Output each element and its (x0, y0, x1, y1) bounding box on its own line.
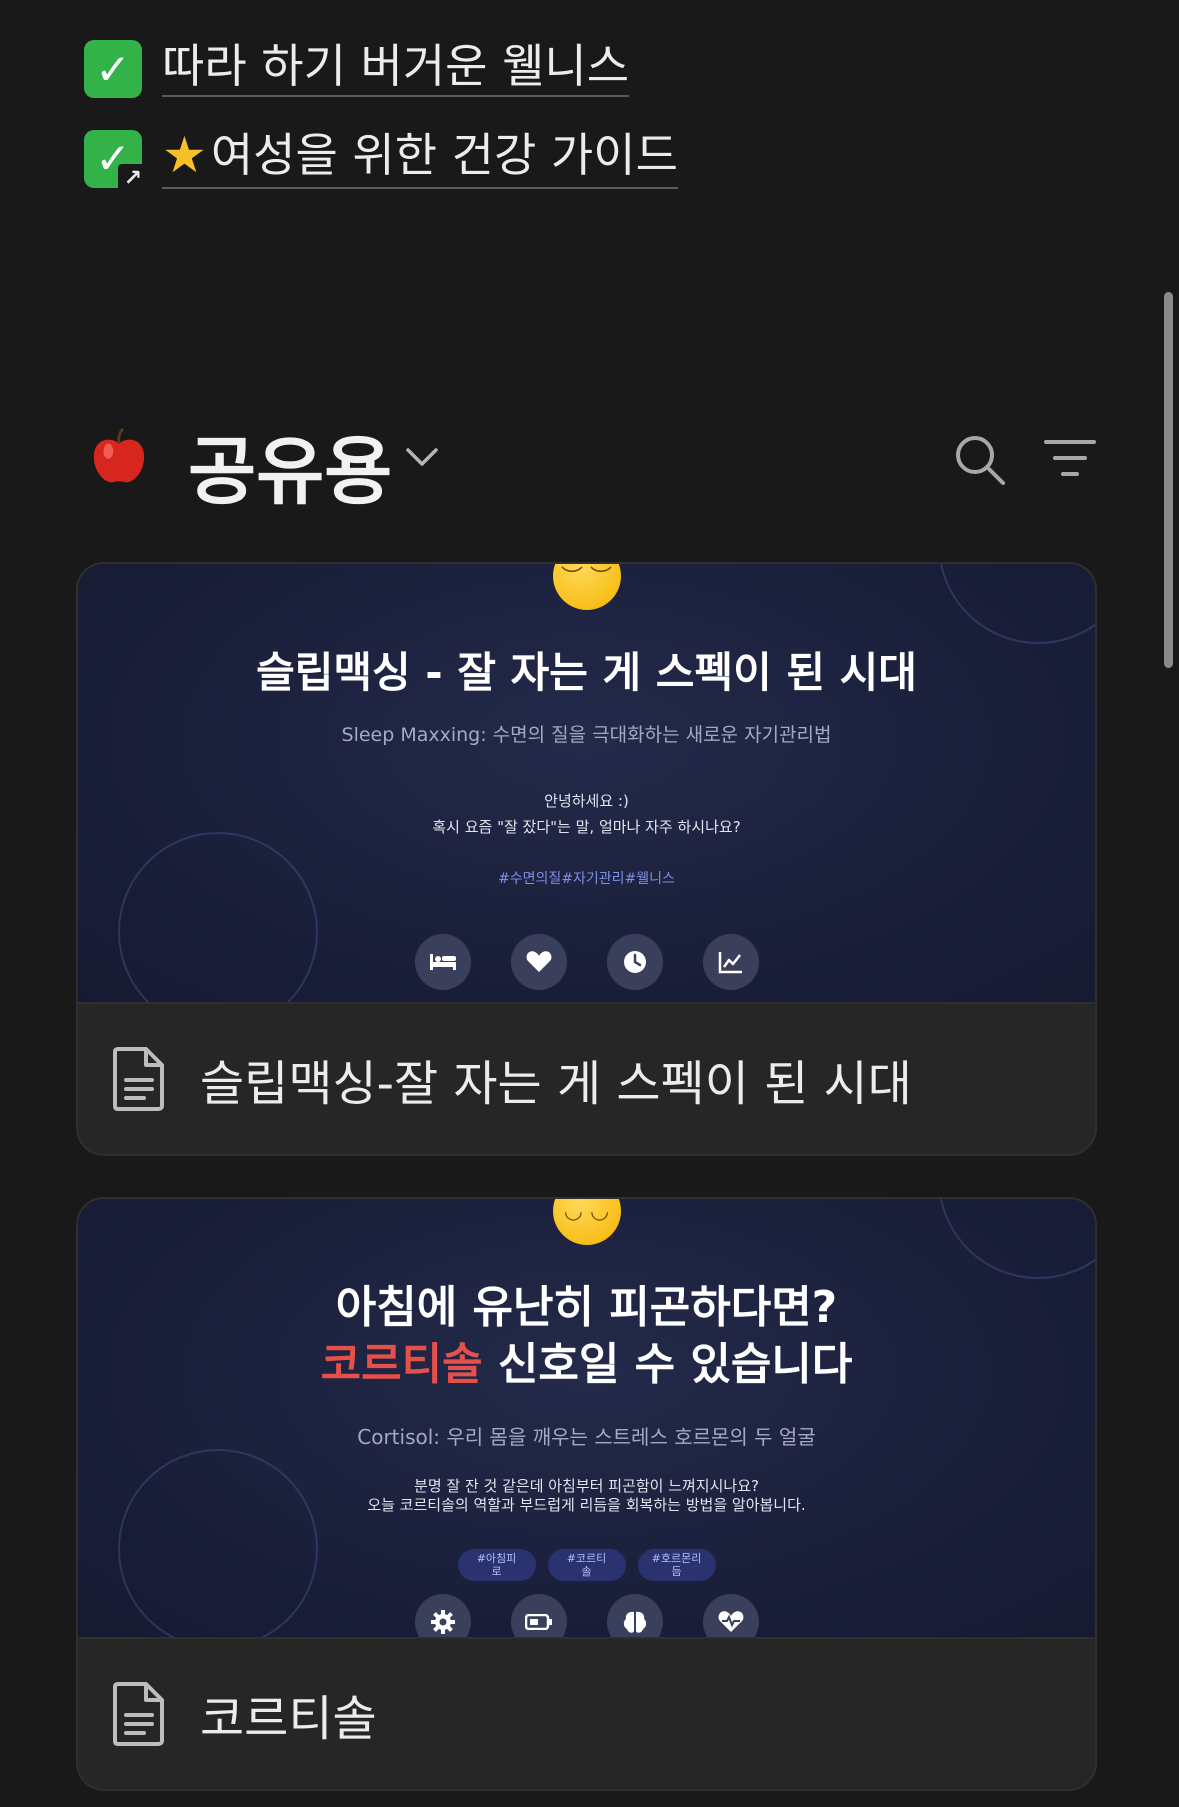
page: ✓ 따라 하기 버거운 웰니스 ✓↗ ★ 여성을 위한 건강 가이드 공유용 (0, 0, 1179, 1807)
cover-title: 슬립맥싱 - 잘 자는 게 스펙이 된 시대 (256, 648, 917, 697)
tag-pill-line: 듬 (671, 1565, 682, 1578)
gallery-card[interactable]: ︶ ︶ 슬립맥싱 - 잘 자는 게 스펙이 된 시대 Sleep Maxxing… (76, 562, 1097, 1156)
tag-pill-line: 로 (491, 1565, 502, 1578)
link-text[interactable]: 따라 하기 버거운 웰니스 (162, 41, 630, 98)
document-icon (113, 1682, 164, 1746)
link-label: 여성을 위한 건강 가이드 (210, 128, 678, 183)
clock-icon (606, 934, 663, 990)
filter-icon[interactable] (1044, 436, 1096, 480)
link-row-women-health[interactable]: ✓ ↗ ★ 여성을 위한 건강 가이드 (84, 128, 678, 194)
card-footer: 슬립맥싱-잘 자는 게 스펙이 된 시대 (78, 1004, 1095, 1154)
search-icon[interactable] (952, 432, 1008, 488)
check-icon: ✓ (84, 40, 142, 98)
chevron-down-icon[interactable] (402, 442, 442, 472)
cover-body: 분명 잘 잔 것 같은데 아침부터 피곤함이 느껴지시나요? 오늘 코르티솔의 … (78, 1477, 1095, 1515)
cover-body: 안녕하세요 :) 혹시 요즘 "잘 잤다"는 말, 얼마나 자주 하시나요? (78, 788, 1095, 841)
card-cover: ◡ ◡ 아침에 유난히 피곤하다면? 코르티솔 신호일 수 있습니다 Corti… (78, 1199, 1095, 1639)
yawning-face-icon: ◡ ◡ (552, 1199, 621, 1245)
cover-title-rest: 신호일 수 있습니다 (482, 1339, 853, 1391)
cover-body-line: 안녕하세요 :) (544, 792, 629, 810)
cover-subtitle: Cortisol: 우리 몸을 깨우는 스트레스 호르몬의 두 얼굴 (357, 1425, 816, 1449)
cover-body-line: 혹시 요즘 "잘 잤다"는 말, 얼마나 자주 하시나요? (432, 818, 741, 837)
tag-pill-line: #코르티 (566, 1552, 607, 1565)
bed-icon (414, 934, 471, 990)
tag-pill: #코르티 솔 (547, 1549, 626, 1581)
cover-title: 아침에 유난히 피곤하다면? 코르티솔 신호일 수 있습니다 (78, 1279, 1095, 1393)
decor-ring (938, 1199, 1095, 1279)
scrollbar[interactable] (1164, 292, 1173, 668)
apple-icon (93, 428, 145, 483)
cover-tag-pills: #아침피 로 #코르티 솔 #호르몬리 듬 (78, 1549, 1095, 1581)
link-arrow-icon: ↗ (118, 163, 148, 194)
cover-icon-row (78, 934, 1095, 990)
battery-icon (510, 1594, 567, 1637)
cover-icon-row (78, 1594, 1095, 1637)
cover-tags: #수면의질#자기관리#웰니스 (498, 871, 675, 887)
card-cover: ︶ ︶ 슬립맥싱 - 잘 자는 게 스펙이 된 시대 Sleep Maxxing… (78, 564, 1095, 1004)
tag-pill: #아침피 로 (457, 1549, 536, 1581)
star-icon: ★ (162, 126, 207, 184)
cover-title-line: 코르티솔 신호일 수 있습니다 (78, 1336, 1095, 1393)
tag-pill-line: #아침피 (476, 1552, 517, 1565)
cover-body-line: 오늘 코르티솔의 역할과 부드럽게 리듬을 회복하는 방법을 알아봅니다. (367, 1495, 806, 1514)
tag-pill: #호르몬리 듬 (637, 1549, 716, 1581)
cover-title-line: 아침에 유난히 피곤하다면? (335, 1282, 838, 1333)
gallery-card[interactable]: ◡ ◡ 아침에 유난히 피곤하다면? 코르티솔 신호일 수 있습니다 Corti… (76, 1197, 1097, 1791)
tag-pill-line: #호르몬리 (651, 1552, 702, 1565)
brain-icon (606, 1594, 663, 1637)
link-row-wellness[interactable]: ✓ 따라 하기 버거운 웰니스 (84, 40, 630, 98)
cover-subtitle: Sleep Maxxing: 수면의 질을 극대화하는 새로운 자기관리법 (341, 724, 832, 746)
decor-ring (938, 564, 1095, 644)
card-title[interactable]: 슬립맥싱-잘 자는 게 스펙이 된 시대 (200, 1044, 912, 1114)
link-text[interactable]: ★ 여성을 위한 건강 가이드 (162, 128, 678, 189)
document-icon (113, 1047, 164, 1111)
gear-icon (414, 1594, 471, 1637)
cover-body-line: 분명 잘 잔 것 같은데 아침부터 피곤함이 느껴지시나요? (414, 1477, 759, 1495)
heart-icon (510, 934, 567, 990)
sleeping-face-icon: ︶ ︶ (552, 564, 621, 610)
cover-title-highlight: 코르티솔 (320, 1339, 483, 1391)
card-footer: 코르티솔 (78, 1639, 1095, 1789)
heartbeat-icon (702, 1594, 759, 1637)
check-link-icon: ✓ ↗ (84, 129, 148, 194)
card-title[interactable]: 코르티솔 (200, 1679, 377, 1749)
database-title[interactable]: 공유용 (188, 412, 392, 519)
tag-pill-line: 솔 (581, 1565, 592, 1578)
chart-icon (702, 934, 759, 990)
database-header: 공유용 (90, 410, 1100, 515)
